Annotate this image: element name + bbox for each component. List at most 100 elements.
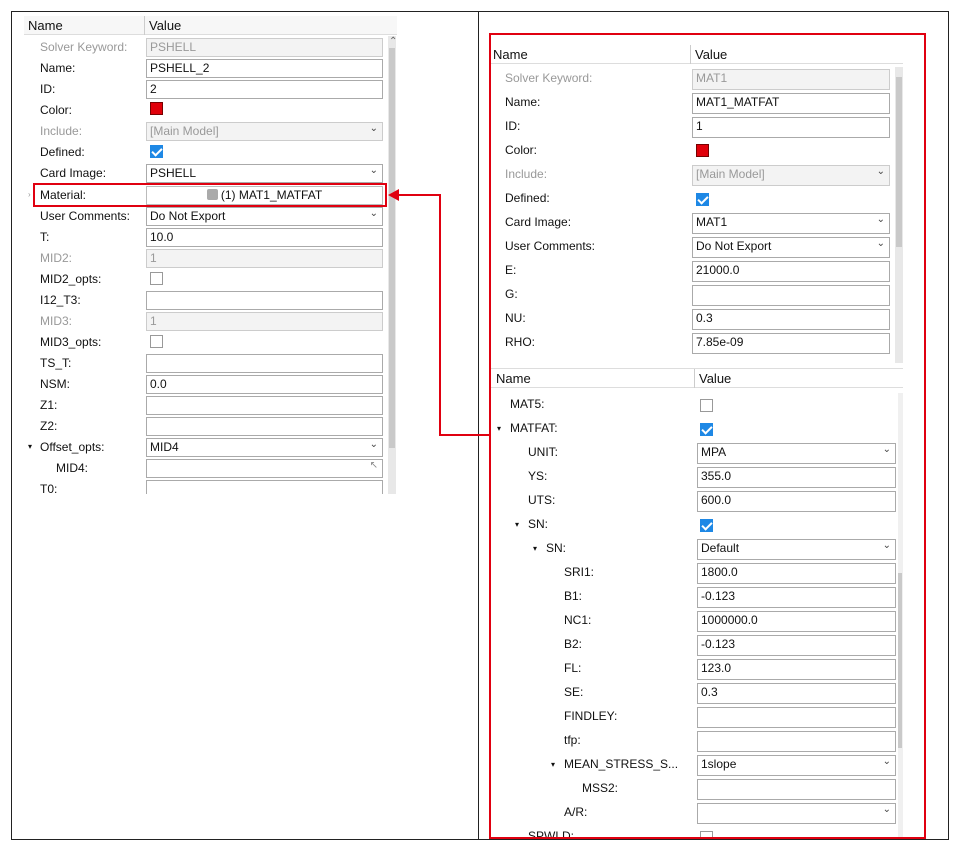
collapse-arrow-icon[interactable]: ▾ xyxy=(28,442,32,451)
row-ts-t: TS_T: xyxy=(24,352,397,374)
dropdown-value: MID4 xyxy=(150,440,179,454)
row-label: RHO: xyxy=(505,335,535,349)
user-comments-dropdown[interactable]: Do Not Export ⌄ xyxy=(692,237,890,258)
id-input[interactable]: 2 xyxy=(146,80,383,99)
name-input[interactable]: MAT1_MATFAT xyxy=(692,93,890,114)
row-label: Color: xyxy=(505,143,538,157)
unit-dropdown[interactable]: MPA ⌄ xyxy=(697,443,896,464)
g-input[interactable] xyxy=(692,285,890,306)
color-swatch[interactable] xyxy=(696,144,709,157)
row-label: Include: xyxy=(505,167,548,181)
row-label: T0: xyxy=(40,482,58,494)
name-column-header[interactable]: Name xyxy=(496,371,531,386)
t0-input[interactable] xyxy=(146,480,383,494)
row-label: NU: xyxy=(505,311,526,325)
e-input[interactable]: 21000.0 xyxy=(692,261,890,282)
nc1-input[interactable]: 1000000.0 xyxy=(697,611,896,632)
row-sn-group: ▾ SN: xyxy=(491,513,903,537)
b1-input[interactable]: -0.123 xyxy=(697,587,896,608)
mean-stress-dropdown[interactable]: 1slope ⌄ xyxy=(697,755,896,776)
row-label: SN: xyxy=(528,517,549,531)
matfat-scrollbar[interactable] xyxy=(898,393,903,837)
left-scrollbar[interactable] xyxy=(388,36,396,494)
row-label: Z2: xyxy=(40,419,58,433)
include-dropdown: [Main Model] ⌄ xyxy=(692,165,890,186)
a-r-dropdown[interactable]: ⌄ xyxy=(697,803,896,824)
user-comments-dropdown[interactable]: Do Not Export ⌄ xyxy=(146,207,383,226)
z2-input[interactable] xyxy=(146,417,383,436)
value-column-header[interactable]: Value xyxy=(695,47,727,62)
uts-input[interactable]: 600.0 xyxy=(697,491,896,512)
spwld-checkbox[interactable] xyxy=(700,831,713,837)
card-image-dropdown[interactable]: MAT1 ⌄ xyxy=(692,213,890,234)
scrollbar-thumb[interactable] xyxy=(898,573,902,748)
matfat-checkbox[interactable] xyxy=(700,423,713,436)
row-label: NSM: xyxy=(40,377,70,391)
name-column-header[interactable]: Name xyxy=(493,47,528,62)
t-input[interactable]: 10.0 xyxy=(146,228,383,247)
i12-t3-input[interactable] xyxy=(146,291,383,310)
defined-checkbox[interactable] xyxy=(696,193,709,206)
row-defined: Defined: xyxy=(491,187,903,211)
row-nc1: NC1: 1000000.0 xyxy=(491,609,903,633)
row-label: MID3: xyxy=(40,314,73,328)
row-label: tfp: xyxy=(564,733,581,747)
row-label: Defined: xyxy=(40,145,85,159)
row-a-r: A/R: ⌄ xyxy=(491,801,903,825)
row-z1: Z1: xyxy=(24,394,397,416)
ts-t-input[interactable] xyxy=(146,354,383,373)
ys-input[interactable]: 355.0 xyxy=(697,467,896,488)
mid3-opts-checkbox[interactable] xyxy=(150,335,163,348)
rho-input[interactable]: 7.85e-09 xyxy=(692,333,890,354)
row-rho: RHO: 7.85e-09 xyxy=(491,331,903,355)
scroll-up-icon[interactable]: ⌃ xyxy=(389,36,397,47)
sri1-input[interactable]: 1800.0 xyxy=(697,563,896,584)
name-input[interactable]: PSHELL_2 xyxy=(146,59,383,78)
value-column-header[interactable]: Value xyxy=(699,371,731,386)
dropdown-value: Do Not Export xyxy=(696,239,772,253)
defined-checkbox[interactable] xyxy=(150,145,163,158)
collapse-arrow-icon[interactable]: ▾ xyxy=(497,424,501,433)
row-label: SPWLD: xyxy=(528,829,575,837)
row-label: Include: xyxy=(40,124,83,138)
mid2-opts-checkbox[interactable] xyxy=(150,272,163,285)
b2-input[interactable]: -0.123 xyxy=(697,635,896,656)
row-label: Color: xyxy=(40,103,73,117)
collapse-arrow-icon[interactable]: ▾ xyxy=(533,544,537,553)
sn-checkbox[interactable] xyxy=(700,519,713,532)
mss2-input[interactable] xyxy=(697,779,896,800)
scrollbar-thumb[interactable] xyxy=(389,48,395,448)
nsm-input[interactable]: 0.0 xyxy=(146,375,383,394)
chevron-down-icon: ⌄ xyxy=(369,165,378,176)
fl-input[interactable]: 123.0 xyxy=(697,659,896,680)
mid4-selector[interactable]: ↖ xyxy=(146,459,383,478)
row-b1: B1: -0.123 xyxy=(491,585,903,609)
card-image-dropdown[interactable]: PSHELL ⌄ xyxy=(146,164,383,183)
material-scrollbar[interactable] xyxy=(895,67,903,363)
row-e: E: 21000.0 xyxy=(491,259,903,283)
nu-input[interactable]: 0.3 xyxy=(692,309,890,330)
collapse-arrow-icon[interactable]: ▾ xyxy=(551,760,555,769)
row-z2: Z2: xyxy=(24,415,397,437)
se-input[interactable]: 0.3 xyxy=(697,683,896,704)
name-column-header[interactable]: Name xyxy=(28,18,63,33)
value-column-header[interactable]: Value xyxy=(149,18,181,33)
row-spwld: SPWLD: xyxy=(491,825,903,837)
row-solver-keyword: Solver Keyword: PSHELL xyxy=(24,36,397,58)
id-input[interactable]: 1 xyxy=(692,117,890,138)
row-label: UNIT: xyxy=(528,445,558,459)
row-label: TS_T: xyxy=(40,356,72,370)
tfp-input[interactable] xyxy=(697,731,896,752)
mat5-checkbox[interactable] xyxy=(700,399,713,412)
row-nu: NU: 0.3 xyxy=(491,307,903,331)
collapse-arrow-icon[interactable]: ▾ xyxy=(515,520,519,529)
offset-opts-dropdown[interactable]: MID4 ⌄ xyxy=(146,438,383,457)
findley-input[interactable] xyxy=(697,707,896,728)
chevron-down-icon: ⌄ xyxy=(876,166,885,177)
sn-dropdown[interactable]: Default ⌄ xyxy=(697,539,896,560)
row-label: MID2: xyxy=(40,251,73,265)
scrollbar-thumb[interactable] xyxy=(896,77,902,247)
expand-arrow-icon[interactable]: › xyxy=(28,190,31,199)
color-swatch[interactable] xyxy=(150,102,163,115)
z1-input[interactable] xyxy=(146,396,383,415)
